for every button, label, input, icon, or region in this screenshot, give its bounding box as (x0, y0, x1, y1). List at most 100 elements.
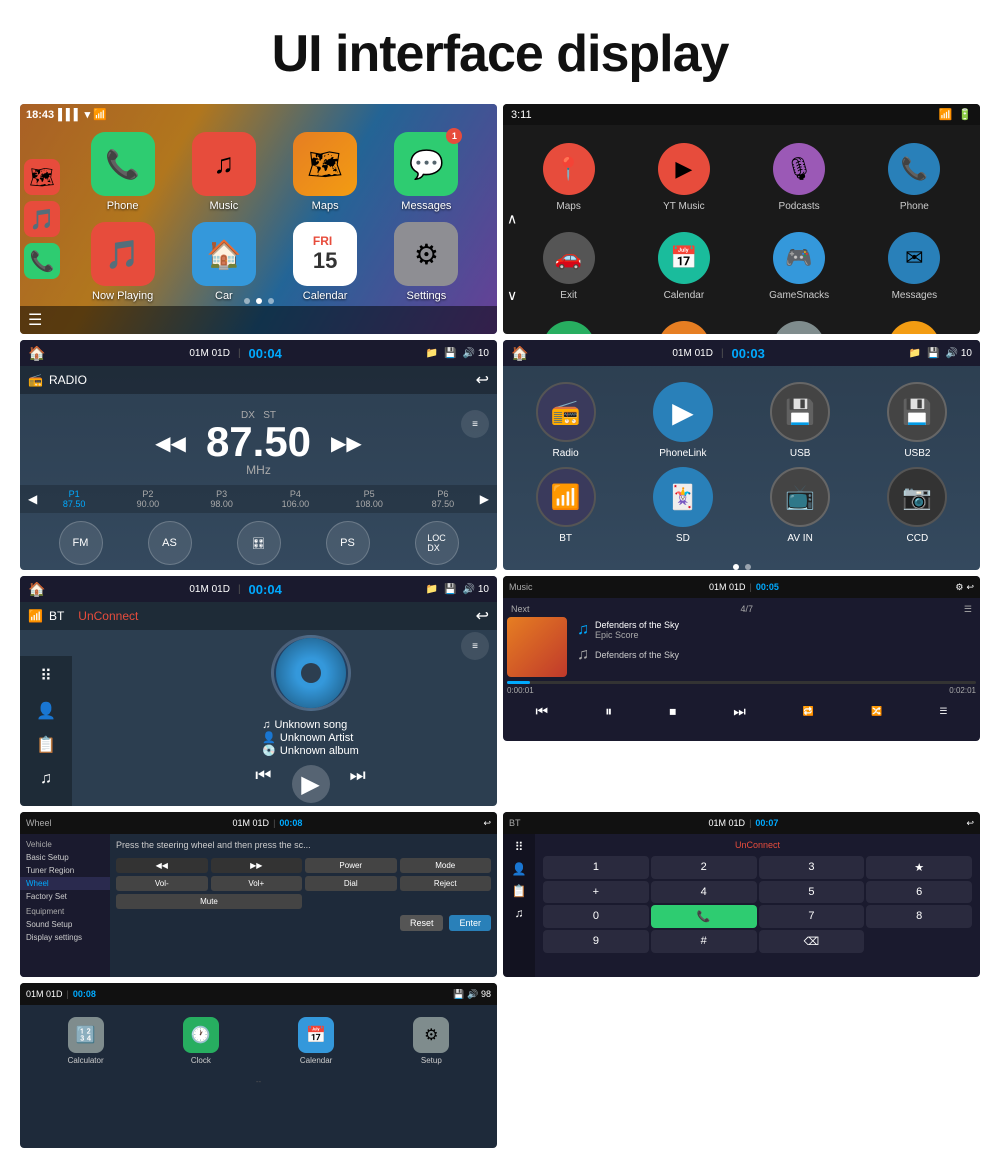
s8-key-2[interactable]: 2 (651, 856, 757, 879)
s7-tuner-region[interactable]: Tuner Region (20, 864, 110, 877)
s7-display-settings[interactable]: Display settings (20, 931, 110, 944)
s4-app-avin[interactable]: 📺 AV IN (746, 467, 855, 544)
s5-back-btn[interactable]: ↩ (476, 606, 489, 626)
s9-app-calculator[interactable]: 🔢 Calculator (68, 1017, 104, 1065)
s2-app-ytmusic[interactable]: ▶ YT Music (626, 133, 741, 222)
s8-key-call[interactable]: 📞 (651, 905, 757, 928)
s2-app-exit[interactable]: 🚗 Exit (511, 222, 626, 311)
s3-preset-4[interactable]: P4 106.00 (258, 489, 332, 509)
s2-app-messages[interactable]: ✉ Messages (857, 222, 972, 311)
s4-app-radio[interactable]: 📻 Radio (511, 382, 620, 459)
s1-app-settings[interactable]: ⚙ Settings (394, 222, 458, 302)
s7-btn-next[interactable]: ▶▶ (211, 858, 303, 873)
s1-app-messages[interactable]: 💬 1 Messages (394, 132, 458, 212)
s1-sidebar-podcast[interactable]: 🎵 (24, 201, 60, 237)
s3-preset-1[interactable]: P1 87.50 (37, 489, 111, 509)
s7-sound-setup[interactable]: Sound Setup (20, 918, 110, 931)
s2-app-gamesnacks[interactable]: 🎮 GameSnacks (742, 222, 857, 311)
s2-app-podcasts[interactable]: 🎙 Podcasts (742, 133, 857, 222)
s1-app-nowplaying[interactable]: 🎵 Now Playing (91, 222, 155, 302)
s3-as-btn[interactable]: AS (148, 521, 192, 565)
s6-pause-btn[interactable]: ⏸ (605, 703, 612, 720)
s8-sidebar-menu[interactable]: ⠿ (515, 840, 524, 854)
s9-app-clock[interactable]: 🕐 Clock (183, 1017, 219, 1065)
s6-list2-btn[interactable]: ☰ (939, 706, 947, 717)
s8-key-7[interactable]: 7 (759, 905, 865, 928)
s7-btn-dial[interactable]: Dial (305, 876, 397, 891)
s3-preset-6[interactable]: P6 87.50 (406, 489, 480, 509)
s2-app-news[interactable]: 📰 News (511, 311, 626, 334)
s5-eq-btn[interactable]: ≡ (461, 632, 489, 660)
s7-btn-reject[interactable]: Reject (400, 876, 492, 891)
s8-key-5[interactable]: 5 (759, 881, 865, 903)
s5-prev-btn[interactable]: ⏮ (255, 765, 271, 803)
s6-progress-bar[interactable] (507, 681, 976, 684)
s5-home-icon[interactable]: 🏠 (28, 581, 45, 598)
s2-app-settings[interactable]: ⚙ Settings (742, 311, 857, 334)
s7-btn-voldown[interactable]: Vol- (116, 876, 208, 891)
s7-btn-volup[interactable]: Vol+ (211, 876, 303, 891)
s7-basic-setup[interactable]: Basic Setup (20, 851, 110, 864)
s5-sidebar-music[interactable]: ♫ (28, 767, 64, 791)
s2-app-calendar[interactable]: 📅 Calendar (626, 222, 741, 311)
s3-st-btn[interactable]: 🎛 (237, 521, 281, 565)
s6-random-btn[interactable]: 🔀 (871, 706, 882, 717)
s2-nav-down[interactable]: ∨ (507, 287, 517, 304)
s8-key-backspace[interactable]: ⌫ (759, 930, 865, 953)
s4-app-ccd[interactable]: 📷 CCD (863, 467, 972, 544)
s8-sidebar-calls[interactable]: 📋 (512, 884, 527, 898)
s3-ps-btn[interactable]: PS (326, 521, 370, 565)
s8-key-hash[interactable]: # (651, 930, 757, 953)
s6-next-btn[interactable]: ⏭ (733, 703, 746, 720)
s3-back-btn[interactable]: ↩ (476, 370, 489, 390)
s3-preset-3[interactable]: P3 98.00 (185, 489, 259, 509)
s8-key-plus[interactable]: + (543, 881, 649, 903)
s6-prev-btn[interactable]: ⏮ (536, 703, 549, 720)
s3-locdx-btn[interactable]: LOCDX (415, 521, 459, 565)
s5-sidebar-settings[interactable]: ⚙ (28, 802, 64, 806)
s2-app-maps[interactable]: 📍 Maps (511, 133, 626, 222)
s3-preset-prev[interactable]: ◀ (28, 492, 37, 506)
s7-wheel-item[interactable]: Wheel (20, 877, 110, 890)
s5-next-btn[interactable]: ⏭ (350, 765, 366, 803)
s8-sidebar-contacts[interactable]: 👤 (512, 862, 527, 876)
s3-eq-btn[interactable]: ≡ (461, 410, 489, 438)
s1-app-car[interactable]: 🏠 Car (192, 222, 256, 302)
s1-app-phone[interactable]: 📞 Phone (91, 132, 155, 212)
s4-app-bt[interactable]: 📶 BT (511, 467, 620, 544)
s4-app-sd[interactable]: 🃏 SD (628, 467, 737, 544)
s1-app-music[interactable]: ♫ Music (192, 132, 256, 212)
s5-sidebar-contacts[interactable]: 👤 (28, 698, 64, 722)
s7-reset-btn[interactable]: Reset (400, 915, 444, 931)
s3-next-btn[interactable]: ▶▶ (331, 431, 362, 456)
s6-repeatall-btn[interactable]: 🔁 (803, 706, 814, 717)
s3-prev-btn[interactable]: ◀◀ (155, 431, 186, 456)
s5-play-btn[interactable]: ▶ (292, 765, 330, 803)
s7-btn-mode[interactable]: Mode (400, 858, 492, 873)
s4-home-icon[interactable]: 🏠 (511, 345, 528, 362)
s3-preset-next[interactable]: ▶ (480, 492, 489, 506)
s2-app-weather[interactable]: ⛅ Weather (857, 311, 972, 334)
s9-app-setup[interactable]: ⚙ Setup (413, 1017, 449, 1065)
s6-track-2[interactable]: ♫ Defenders of the Sky (573, 643, 683, 667)
s7-enter-btn[interactable]: Enter (449, 915, 491, 931)
s4-app-phonelink[interactable]: ▶ PhoneLink (628, 382, 737, 459)
s6-back-btn[interactable]: ↩ (966, 582, 974, 593)
s8-key-3[interactable]: 3 (759, 856, 865, 879)
s8-back-btn[interactable]: ↩ (966, 818, 974, 829)
s5-sidebar-calls[interactable]: 📋 (28, 733, 64, 757)
s8-key-8[interactable]: 8 (866, 905, 972, 928)
s6-settings-btn[interactable]: ⚙ (955, 582, 963, 593)
s8-key-4[interactable]: 4 (651, 881, 757, 903)
s6-track-1[interactable]: ♫ Defenders of the Sky Epic Score (573, 617, 683, 643)
s7-back-btn[interactable]: ↩ (483, 818, 491, 829)
s8-sidebar-music[interactable]: ♫ (515, 906, 524, 920)
s7-btn-power[interactable]: Power (305, 858, 397, 873)
s4-app-usb[interactable]: 💾 USB (746, 382, 855, 459)
s3-preset-5[interactable]: P5 108.00 (332, 489, 406, 509)
s7-btn-mute[interactable]: Mute (116, 894, 302, 909)
s8-key-0[interactable]: 0 (543, 905, 649, 928)
s2-app-reminder[interactable]: 🔔 Reminder (626, 311, 741, 334)
s8-key-1[interactable]: 1 (543, 856, 649, 879)
s8-key-6[interactable]: 6 (866, 881, 972, 903)
